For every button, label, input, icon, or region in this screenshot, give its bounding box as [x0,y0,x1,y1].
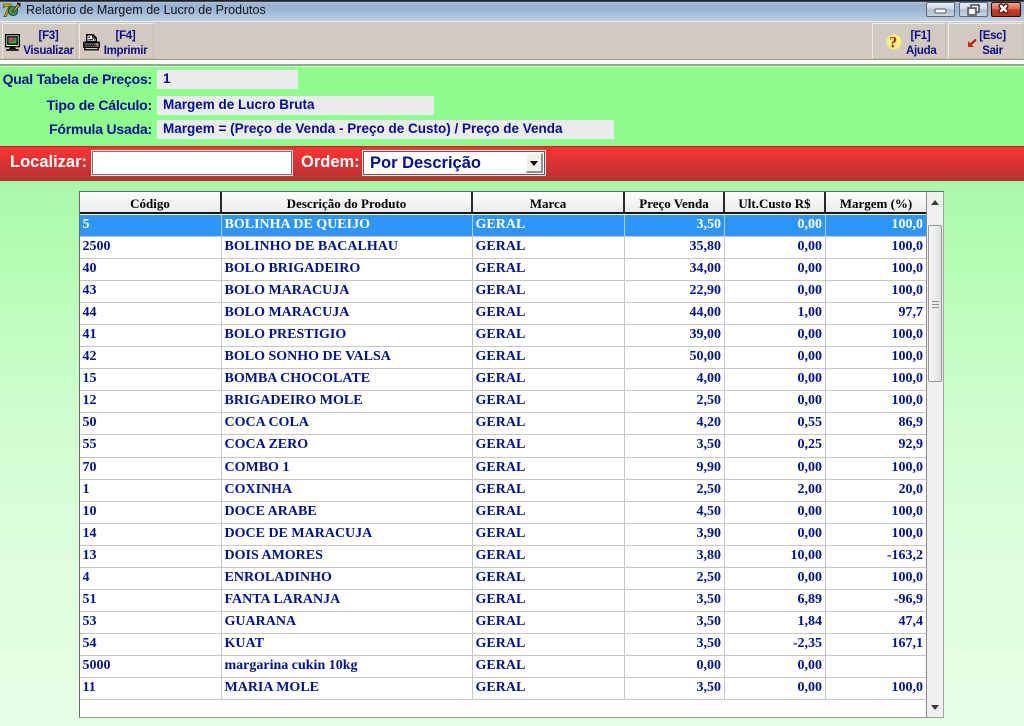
svg-text:?: ? [889,35,897,52]
